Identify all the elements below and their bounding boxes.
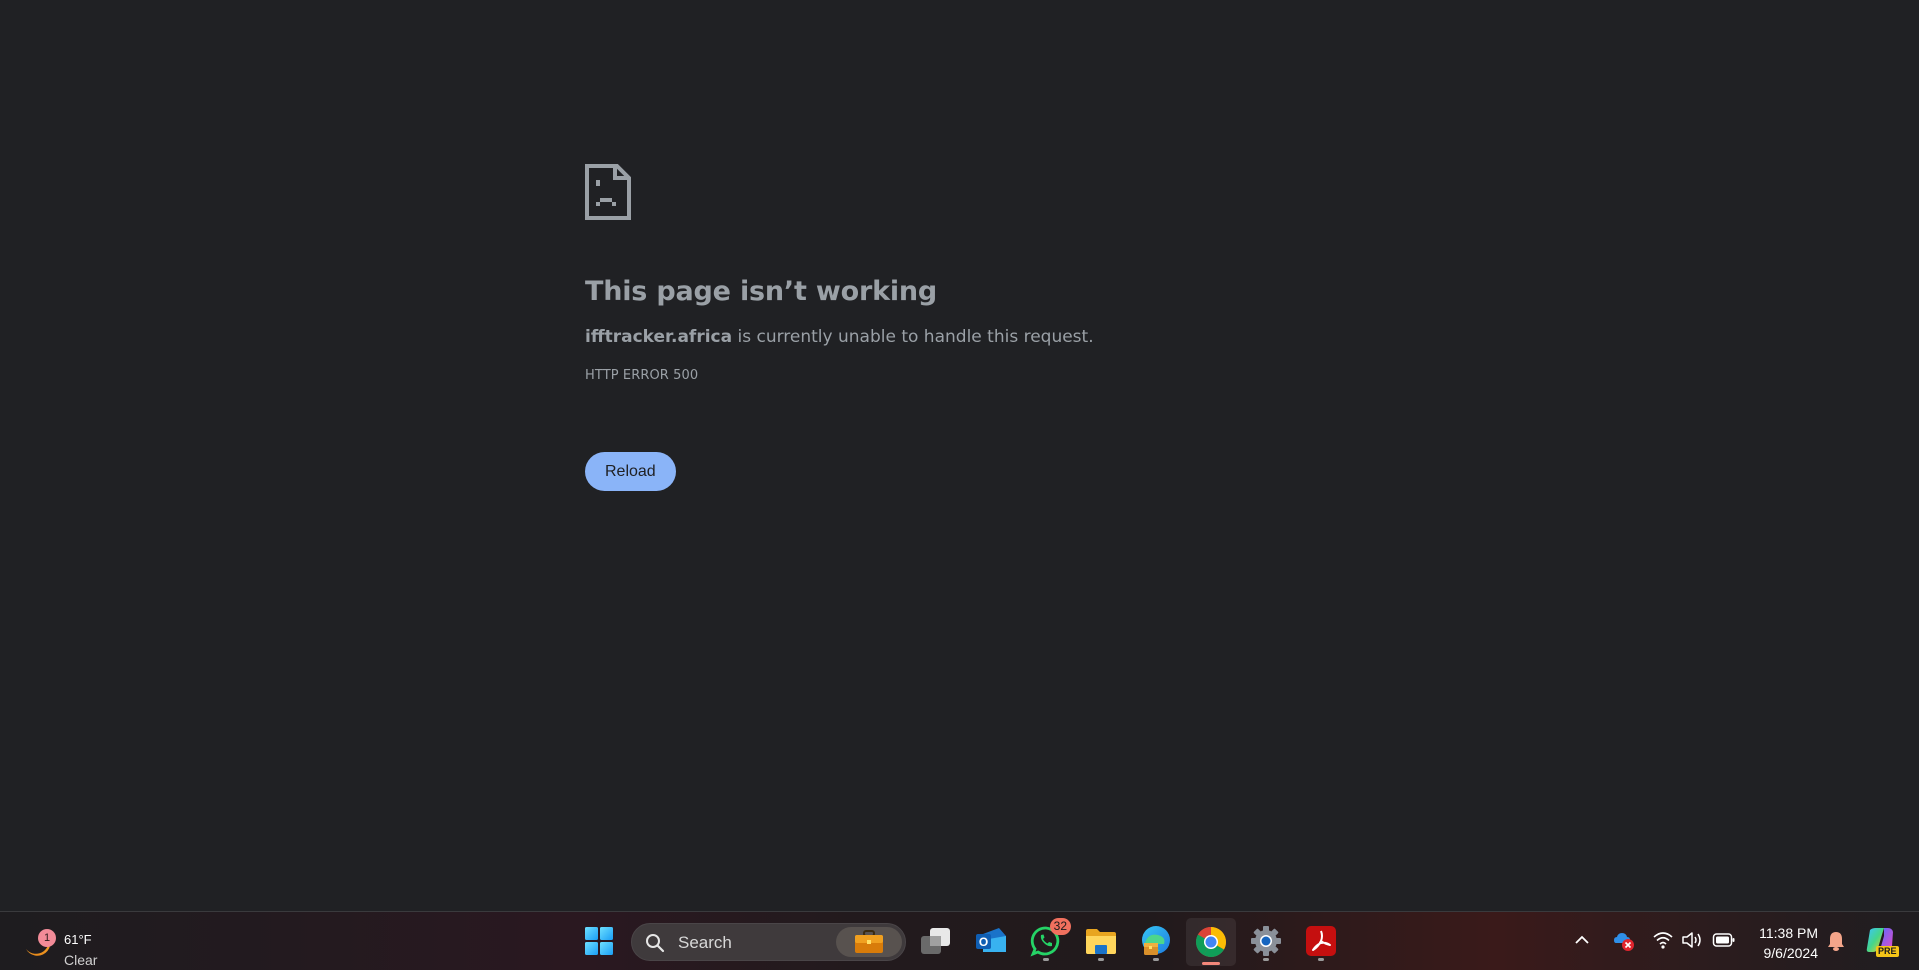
- taskbar-search[interactable]: Search: [631, 923, 906, 961]
- copilot-button[interactable]: PRE: [1864, 926, 1899, 958]
- weather-temperature: 61°F: [64, 932, 92, 947]
- battery-icon[interactable]: [1712, 932, 1736, 948]
- taskbar-app-acrobat[interactable]: [1300, 920, 1342, 962]
- bell-icon[interactable]: [1826, 930, 1846, 952]
- wifi-icon[interactable]: [1652, 930, 1674, 950]
- task-view-icon: [921, 928, 950, 954]
- reload-button[interactable]: Reload: [585, 452, 676, 491]
- error-code: HTTP ERROR 500: [585, 368, 699, 383]
- briefcase-icon: [855, 930, 883, 953]
- browser-error-page: This page isn’t working ifftracker.afric…: [0, 0, 1919, 911]
- clock-time: 11:38 PM: [1759, 925, 1818, 941]
- active-indicator: [1202, 962, 1220, 965]
- clock-date: 9/6/2024: [1763, 945, 1819, 961]
- weather-widget[interactable]: 1 61°F Clear: [24, 921, 134, 968]
- copilot-badge: PRE: [1876, 946, 1899, 957]
- weather-condition: Clear: [64, 952, 98, 968]
- running-indicator: [1043, 958, 1049, 961]
- chevron-up-icon[interactable]: [1574, 934, 1590, 946]
- settings-gear-icon: [1251, 926, 1281, 956]
- taskbar-app-settings[interactable]: [1245, 920, 1287, 962]
- running-indicator: [1318, 958, 1324, 961]
- folder-icon: [1086, 929, 1116, 954]
- error-title: This page isn’t working: [585, 276, 938, 307]
- error-description: ifftracker.africa is currently unable to…: [585, 325, 1285, 349]
- outlook-icon: O: [976, 928, 1006, 952]
- windows-start-icon: [585, 927, 613, 955]
- error-description-text: is currently unable to handle this reque…: [732, 327, 1094, 347]
- taskbar: 1 61°F Clear Search O 32 11:38 PM 9/6/20…: [0, 911, 1919, 970]
- start-button[interactable]: [578, 920, 620, 962]
- running-indicator: [1153, 958, 1159, 961]
- error-content: This page isn’t working ifftracker.afric…: [585, 164, 1285, 491]
- taskbar-app-task-view[interactable]: [915, 920, 957, 962]
- search-highlight[interactable]: [836, 927, 902, 957]
- running-indicator: [1263, 958, 1269, 961]
- onedrive-error-icon[interactable]: [1612, 929, 1636, 953]
- weather-badge: 1: [38, 929, 56, 947]
- taskbar-app-chrome[interactable]: [1186, 918, 1236, 966]
- chrome-icon: [1196, 927, 1227, 958]
- search-icon: [646, 934, 665, 953]
- taskbar-app-file-explorer[interactable]: [1080, 920, 1122, 962]
- search-placeholder: Search: [678, 933, 732, 952]
- whatsapp-badge: 32: [1049, 918, 1071, 935]
- speaker-icon[interactable]: [1681, 930, 1705, 950]
- svg-text:O: O: [979, 935, 988, 949]
- taskbar-app-whatsapp[interactable]: 32: [1025, 918, 1071, 962]
- system-clock[interactable]: 11:38 PM 9/6/2024: [1748, 923, 1818, 963]
- error-domain: ifftracker.africa: [585, 327, 733, 347]
- sad-page-icon: [585, 164, 631, 220]
- acrobat-icon: [1306, 926, 1336, 956]
- running-indicator: [1098, 958, 1104, 961]
- taskbar-app-edge[interactable]: [1135, 920, 1177, 962]
- taskbar-app-outlook[interactable]: O: [970, 920, 1012, 962]
- edge-icon: [1142, 926, 1170, 955]
